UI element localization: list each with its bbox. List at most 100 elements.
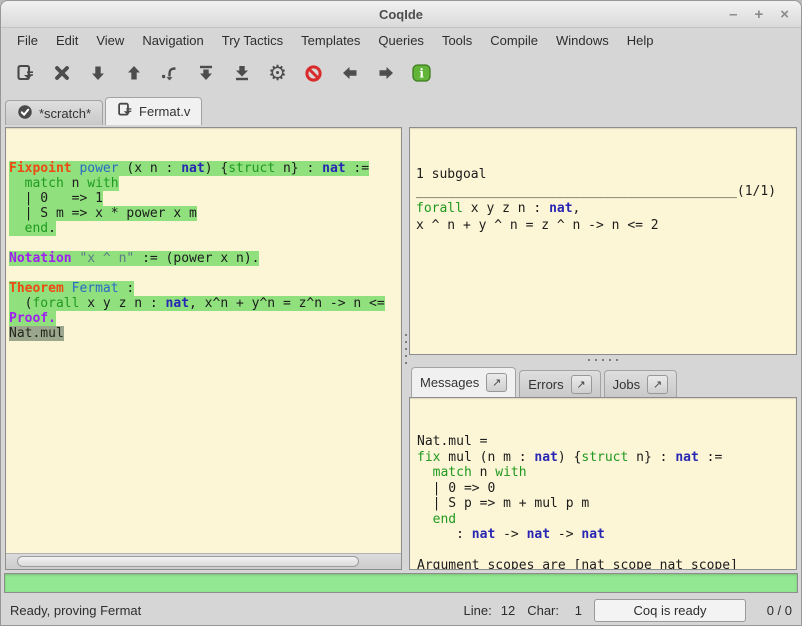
code-segment: ________________________________________… [416,184,776,199]
code-segment [417,465,433,480]
editor-tab-bar: *scratch* Fermat.v [1,94,801,125]
code-line: Proof. [9,311,401,326]
code-segment: , [573,201,581,216]
code-segment: Nat.mul [9,326,64,341]
code-segment: match [433,465,472,480]
menu-item-tools[interactable]: Tools [433,30,481,51]
code-segment: x ^ n + y ^ n = z ^ n -> n <= 2 [416,218,659,233]
code-segment: match [25,176,64,191]
code-editor[interactable]: Fixpoint power (x n : nat) {struct n} : … [6,128,401,553]
tab-scratch[interactable]: *scratch* [5,100,103,125]
close-buffer-button[interactable] [45,57,78,89]
editor-horizontal-scrollbar[interactable] [6,553,401,569]
char-value: 1 [568,603,582,618]
code-segment [417,512,433,527]
go-to-end-button[interactable] [225,57,258,89]
code-segment: "x ^ n" [79,251,134,266]
arrow-right-icon [377,64,395,82]
close-button[interactable]: × [780,7,789,22]
code-line: ________________________________________… [416,183,790,200]
vertical-splitter[interactable] [402,127,409,570]
detach-button[interactable]: ↗ [571,375,592,394]
messages-pane[interactable]: Nat.mul =fix mul (n m : nat) {struct n} … [409,397,797,570]
forward-button[interactable] [369,57,402,89]
message-tab-errors[interactable]: Errors↗ [519,370,600,397]
code-segment: , x^n + y^n = z^n -> n <= [189,296,385,311]
code-line: | 0 => 1 [9,191,401,206]
back-button[interactable] [333,57,366,89]
menu-item-help[interactable]: Help [618,30,663,51]
code-segment: with [87,176,118,191]
detach-button[interactable]: ↗ [486,373,507,392]
step-backward-button[interactable] [117,57,150,89]
menu-item-queries[interactable]: Queries [369,30,433,51]
code-segment: Proof. [9,311,56,326]
scrollbar-thumb[interactable] [17,556,359,567]
coqide-window: CoqIde – + × FileEditViewNavigationTry T… [0,0,802,626]
line-label: Line: [464,603,492,618]
step-forward-button[interactable] [81,57,114,89]
horizontal-splitter[interactable] [409,355,797,364]
menu-item-windows[interactable]: Windows [547,30,618,51]
code-segment: Notation [9,251,72,266]
code-segment [9,176,25,191]
code-segment: nat [472,527,495,542]
check-circle-icon [17,104,33,123]
code-segment: nat [166,296,189,311]
toolbar: ⚙ i [1,52,801,94]
tab-fermat[interactable]: Fermat.v [105,97,202,125]
detach-button[interactable]: ↗ [647,375,668,394]
code-segment: n} : [275,161,322,176]
goals-pane[interactable]: 1 subgoal_______________________________… [409,127,797,355]
line-value: 12 [501,603,515,618]
code-segment: . [48,221,56,236]
code-segment: | S m => x * power x m [9,206,197,221]
code-line: end [417,512,789,528]
goals-content: 1 subgoal_______________________________… [416,166,790,234]
code-segment: power [79,161,118,176]
menu-bar: FileEditViewNavigationTry TacticsTemplat… [1,28,801,52]
code-segment: -> [495,527,526,542]
code-segment: Fermat [72,281,119,296]
code-line: (forall x y z n : nat, x^n + y^n = z^n -… [9,296,401,311]
code-line: | S m => x * power x m [9,206,401,221]
preferences-button[interactable]: ⚙ [261,57,294,89]
code-segment: fix [417,450,440,465]
coq-status-badge: Coq is ready [594,599,746,622]
menu-item-try-tactics[interactable]: Try Tactics [213,30,292,51]
queue-counter: 0 / 0 [758,603,792,618]
restart-button[interactable] [189,57,222,89]
go-to-cursor-button[interactable] [153,57,186,89]
code-line: fix mul (n m : nat) {struct n} : nat := [417,450,789,466]
menu-item-navigation[interactable]: Navigation [133,30,212,51]
code-segment: nat [534,450,557,465]
code-line: x ^ n + y ^ n = z ^ n -> n <= 2 [416,217,790,234]
code-segment: ) { [558,450,581,465]
code-segment: := [699,450,722,465]
maximize-button[interactable]: + [754,7,763,22]
char-label: Char: [527,603,559,618]
menu-item-compile[interactable]: Compile [481,30,547,51]
go-to-cursor-icon [160,64,179,83]
window-controls: – + × [729,1,789,27]
code-line: Fixpoint power (x n : nat) {struct n} : … [9,161,401,176]
menu-item-templates[interactable]: Templates [292,30,369,51]
code-line: | S p => m + mul p m [417,496,789,512]
minimize-button[interactable]: – [729,7,737,22]
code-segment: : [119,281,135,296]
save-button[interactable] [9,57,42,89]
message-tab-messages[interactable]: Messages↗ [411,367,516,397]
message-tab-jobs[interactable]: Jobs↗ [604,370,677,397]
splitter-grip-icon [588,359,618,361]
menu-item-edit[interactable]: Edit [47,30,87,51]
about-button[interactable]: i [405,57,438,89]
code-line: 1 subgoal [416,166,790,183]
code-segment: : [417,527,472,542]
menu-item-view[interactable]: View [87,30,133,51]
code-segment: Argument scopes are [nat_scope nat_scope… [417,558,738,570]
interrupt-button[interactable] [297,57,330,89]
menu-item-file[interactable]: File [8,30,47,51]
code-segment: nat [527,527,550,542]
code-segment: := [346,161,369,176]
code-line [9,236,401,251]
